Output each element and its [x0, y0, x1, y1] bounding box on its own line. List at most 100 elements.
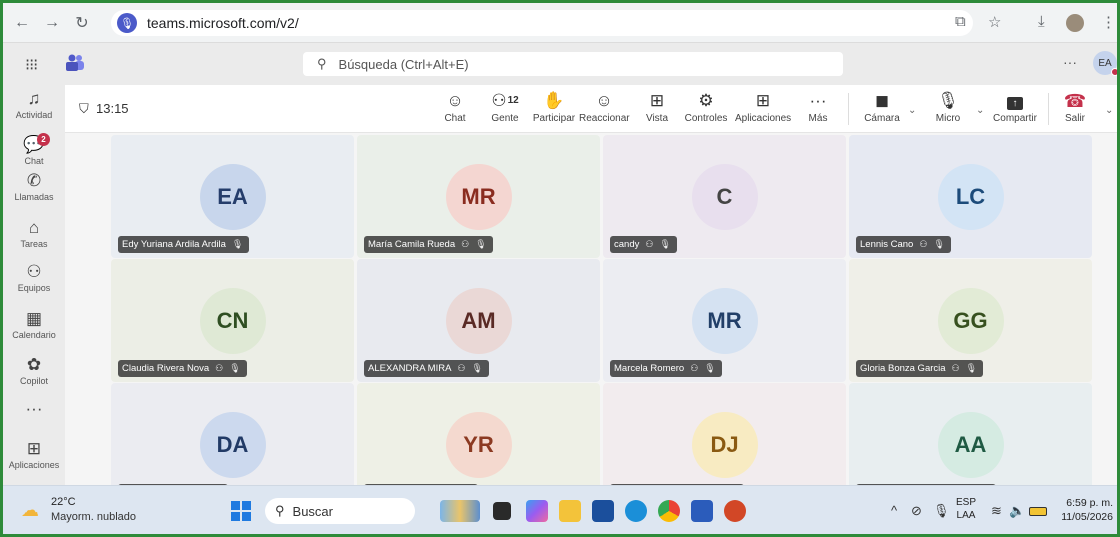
camera-button[interactable]: ◼ Cámara	[862, 91, 902, 124]
raise-hand-button[interactable]: ✋ Participar	[531, 91, 577, 124]
weather-temp[interactable]: 22°C	[51, 496, 76, 508]
guest-icon: ⚇	[457, 363, 466, 373]
calendar-icon: ▦	[25, 309, 43, 328]
microphone-icon[interactable]: 🎙	[117, 13, 137, 33]
lang-layout: LAA	[956, 510, 976, 521]
rail-item-llamadas[interactable]: ✆ Llamadas	[3, 171, 65, 202]
participant-tile[interactable]: Ccandy ⚇ 🎙	[603, 135, 846, 258]
windows-taskbar: ☁ 22°C Mayorm. nublado ⚲ Buscar ^ ⊘ 🎙 ES…	[3, 485, 1117, 534]
back-icon[interactable]: ←	[11, 14, 33, 32]
phone-icon: ✆	[26, 171, 42, 190]
reload-icon[interactable]: ↻	[71, 13, 93, 33]
rail-item-chat[interactable]: 💬 2 Chat	[3, 133, 65, 166]
address-bar[interactable]: 🎙 teams.microsoft.com/v2/	[111, 10, 973, 36]
bell-icon: ♫	[27, 89, 41, 108]
search-placeholder[interactable]: Búsqueda (Ctrl+Alt+E)	[339, 57, 469, 72]
controls-button[interactable]: ⚙ Controles	[683, 91, 729, 124]
participant-avatar: MR	[445, 163, 512, 230]
kebab-icon[interactable]: ⋮	[1101, 13, 1116, 31]
participant-tile[interactable]: MR Marcela Romero ⚇ 🎙	[603, 259, 846, 382]
word-icon[interactable]	[691, 500, 713, 522]
taskbar-search[interactable]: ⚲ Buscar	[265, 498, 415, 524]
participant-name: Gloria Bonza Garcia	[860, 363, 946, 374]
share-button[interactable]: ↑ Compartir	[990, 91, 1040, 124]
leave-button[interactable]: ☎ Salir	[1060, 91, 1090, 124]
chevron-down-icon[interactable]: ⌄	[908, 105, 916, 116]
participant-tile[interactable]: GG Gloria Bonza Garcia ⚇ 🎙	[849, 259, 1092, 382]
people-button[interactable]: ⚇12 Gente	[485, 91, 525, 124]
controls-label: Controles	[684, 113, 728, 124]
file-explorer-icon[interactable]	[559, 500, 581, 522]
more-options-icon[interactable]: ···	[1063, 54, 1077, 70]
participant-avatar: C	[691, 163, 758, 230]
search-box[interactable]: ⚲ Búsqueda (Ctrl+Alt+E)	[303, 52, 843, 76]
view-button[interactable]: ⊞ Vista	[643, 91, 671, 124]
rail-item-aplicaciones[interactable]: ⊞ Aplicaciones	[3, 439, 65, 470]
weather-desc[interactable]: Mayorm. nublado	[51, 511, 136, 523]
controls-icon: ⚙	[698, 91, 714, 110]
user-avatar[interactable]: EA	[1093, 51, 1117, 76]
apps-label: Aplicaciones	[735, 113, 792, 124]
chevron-down-icon[interactable]: ⌄	[1105, 105, 1113, 116]
participant-name: Edy Yuriana Ardila Ardila	[122, 239, 226, 250]
powerpoint-icon[interactable]	[724, 500, 746, 522]
rail-item-tareas[interactable]: ⌂ Tareas	[3, 218, 65, 249]
profile-icon[interactable]	[1066, 14, 1084, 32]
task-view-icon[interactable]	[493, 502, 511, 520]
mic-button[interactable]: 🎙 Micro	[931, 91, 965, 124]
teams-logo-icon[interactable]	[65, 54, 85, 72]
ellipsis-icon: ···	[809, 91, 827, 110]
mic-off-icon: 🎙	[937, 91, 959, 110]
camera-off-icon: ◼	[874, 91, 890, 110]
clock[interactable]: 6:59 p. m. 11/05/2026	[1057, 496, 1113, 524]
download-icon[interactable]: ⤓	[1038, 13, 1045, 30]
participant-name-tag: candy ⚇ 🎙	[610, 236, 677, 253]
store-icon[interactable]	[592, 500, 614, 522]
participant-tile[interactable]: CN Claudia Rivera Nova ⚇ 🎙	[111, 259, 354, 382]
participant-avatar: DA	[199, 411, 266, 478]
app-launcher-icon[interactable]: ⁝⁝⁝	[25, 55, 38, 75]
participant-tile[interactable]: LC Lennis Cano ⚇ 🎙	[849, 135, 1092, 258]
rail-item-actividad[interactable]: ♫ Actividad	[3, 89, 65, 120]
rail-item-calendario[interactable]: ▦ Calendario	[3, 309, 65, 340]
language-indicator[interactable]: ESP LAA	[956, 496, 976, 522]
url-text[interactable]: teams.microsoft.com/v2/	[147, 15, 299, 31]
windows-start-icon[interactable]	[231, 501, 251, 521]
participant-avatar: AM	[445, 287, 512, 354]
weather-cloud-icon[interactable]: ☁	[21, 500, 39, 521]
cast-icon[interactable]: ⧉	[955, 13, 966, 30]
mic-tray-icon[interactable]: 🎙	[933, 503, 950, 519]
rail-item-more[interactable]: ···	[3, 399, 65, 419]
video-stage: EA Edy Yuriana Ardila Ardila 🎙 MR María Cami…	[65, 133, 1117, 506]
participant-tile[interactable]: EA Edy Yuriana Ardila Ardila 🎙	[111, 135, 354, 258]
chrome-icon[interactable]	[658, 500, 680, 522]
rail-item-copilot[interactable]: ✿ Copilot	[3, 355, 65, 386]
forward-icon[interactable]: →	[41, 14, 63, 32]
share-label: Compartir	[993, 113, 1037, 124]
participant-name: Claudia Rivera Nova	[122, 363, 210, 374]
clock-time: 6:59 p. m.	[1066, 497, 1113, 509]
copilot-app-icon[interactable]	[526, 500, 548, 522]
rail-item-equipos[interactable]: ⚇ Equipos	[3, 262, 65, 293]
participant-tile[interactable]: AM ALEXANDRA MIRA ⚇ 🎙	[357, 259, 600, 382]
star-icon[interactable]: ☆	[988, 13, 1001, 31]
hand-icon: ✋	[543, 91, 565, 110]
chat-button[interactable]: ☺ Chat	[440, 91, 470, 124]
people-label: Gente	[491, 113, 519, 124]
battery-icon[interactable]	[1029, 507, 1047, 516]
browser-toolbar: ← → ↻ 🎙 teams.microsoft.com/v2/ ⧉ ☆ ⤓ ⋮	[3, 3, 1117, 43]
more-button[interactable]: ··· Más	[805, 91, 831, 124]
react-button[interactable]: ☺ Reaccionar	[579, 91, 630, 124]
edge-icon[interactable]	[625, 500, 647, 522]
participant-tile[interactable]: MR María Camila Rueda ⚇ 🎙	[357, 135, 600, 258]
wifi-icon[interactable]: ≋	[991, 503, 1002, 519]
volume-icon[interactable]: 🔈	[1009, 503, 1025, 519]
participant-name: Lennis Cano	[860, 239, 914, 250]
status-dot	[1111, 68, 1117, 76]
chevron-down-icon[interactable]: ⌄	[976, 105, 984, 116]
chevron-up-icon[interactable]: ^	[891, 503, 897, 518]
smiley-icon: ☺	[595, 91, 613, 110]
network-icon[interactable]: ⊘	[911, 503, 922, 519]
apps-button[interactable]: ⊞ Aplicaciones	[735, 91, 791, 124]
widget-icon[interactable]	[440, 500, 480, 522]
